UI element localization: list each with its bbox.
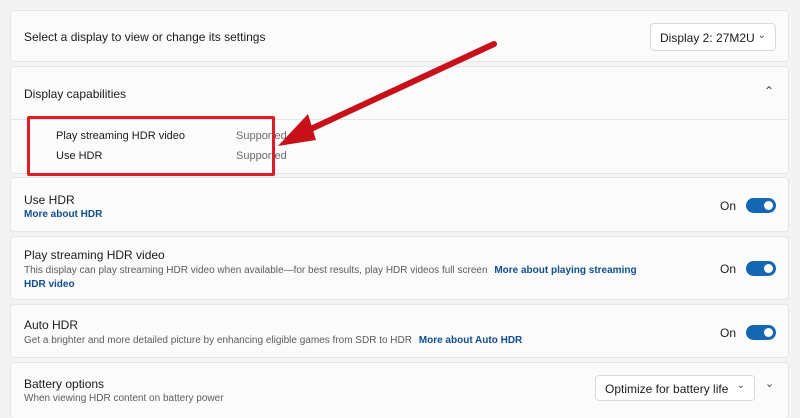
- chevron-up-icon[interactable]: ⌃: [764, 84, 774, 98]
- use-hdr-card: Use HDR More about HDR On: [10, 177, 789, 232]
- more-about-streaming-link[interactable]: More about playing streaming: [494, 265, 636, 276]
- more-about-hdr-link[interactable]: More about HDR: [24, 208, 102, 222]
- capabilities-title: Display capabilities: [24, 87, 127, 101]
- battery-title: Battery options: [24, 377, 105, 391]
- battery-desc: When viewing HDR content on battery powe…: [24, 393, 224, 404]
- battery-dropdown-value: Optimize for battery life: [605, 382, 729, 396]
- use-hdr-toggle[interactable]: [746, 198, 776, 213]
- auto-hdr-desc-text: Get a brighter and more detailed picture…: [24, 335, 412, 346]
- auto-hdr-title: Auto HDR: [24, 318, 79, 332]
- auto-hdr-toggle[interactable]: [746, 325, 776, 340]
- battery-expand-chevron-icon[interactable]: ⌄: [765, 377, 774, 390]
- auto-hdr-state: On: [720, 326, 737, 340]
- chevron-down-icon: ⌄: [736, 380, 745, 391]
- display-dropdown-value: Display 2: 27M2U: [660, 31, 755, 45]
- streaming-hdr-title: Play streaming HDR video: [24, 248, 165, 262]
- streaming-hdr-state: On: [720, 262, 737, 276]
- display-dropdown[interactable]: Display 2: 27M2U ⌄: [650, 23, 776, 51]
- streaming-hdr-desc-text: This display can play streaming HDR vide…: [24, 265, 488, 276]
- use-hdr-title: Use HDR: [24, 193, 75, 207]
- annotation-highlight-box: [27, 116, 275, 176]
- streaming-hdr-toggle[interactable]: [746, 261, 776, 276]
- display-select-card: Select a display to view or change its s…: [10, 10, 789, 62]
- display-select-label: Select a display to view or change its s…: [24, 30, 266, 44]
- more-about-auto-hdr-link[interactable]: More about Auto HDR: [419, 335, 523, 346]
- chevron-down-icon: ⌄: [757, 30, 766, 41]
- streaming-hdr-desc: This display can play streaming HDR vide…: [24, 264, 664, 292]
- capabilities-header[interactable]: Display capabilities ⌃: [11, 67, 788, 120]
- auto-hdr-desc: Get a brighter and more detailed picture…: [24, 334, 664, 348]
- battery-dropdown[interactable]: Optimize for battery life ⌄: [595, 375, 755, 401]
- battery-options-card: Battery options When viewing HDR content…: [10, 362, 789, 418]
- more-about-streaming-link-cont[interactable]: HDR video: [24, 279, 75, 290]
- auto-hdr-card: Auto HDR Get a brighter and more detaile…: [10, 304, 789, 358]
- use-hdr-state: On: [720, 199, 737, 213]
- streaming-hdr-card: Play streaming HDR video This display ca…: [10, 236, 789, 300]
